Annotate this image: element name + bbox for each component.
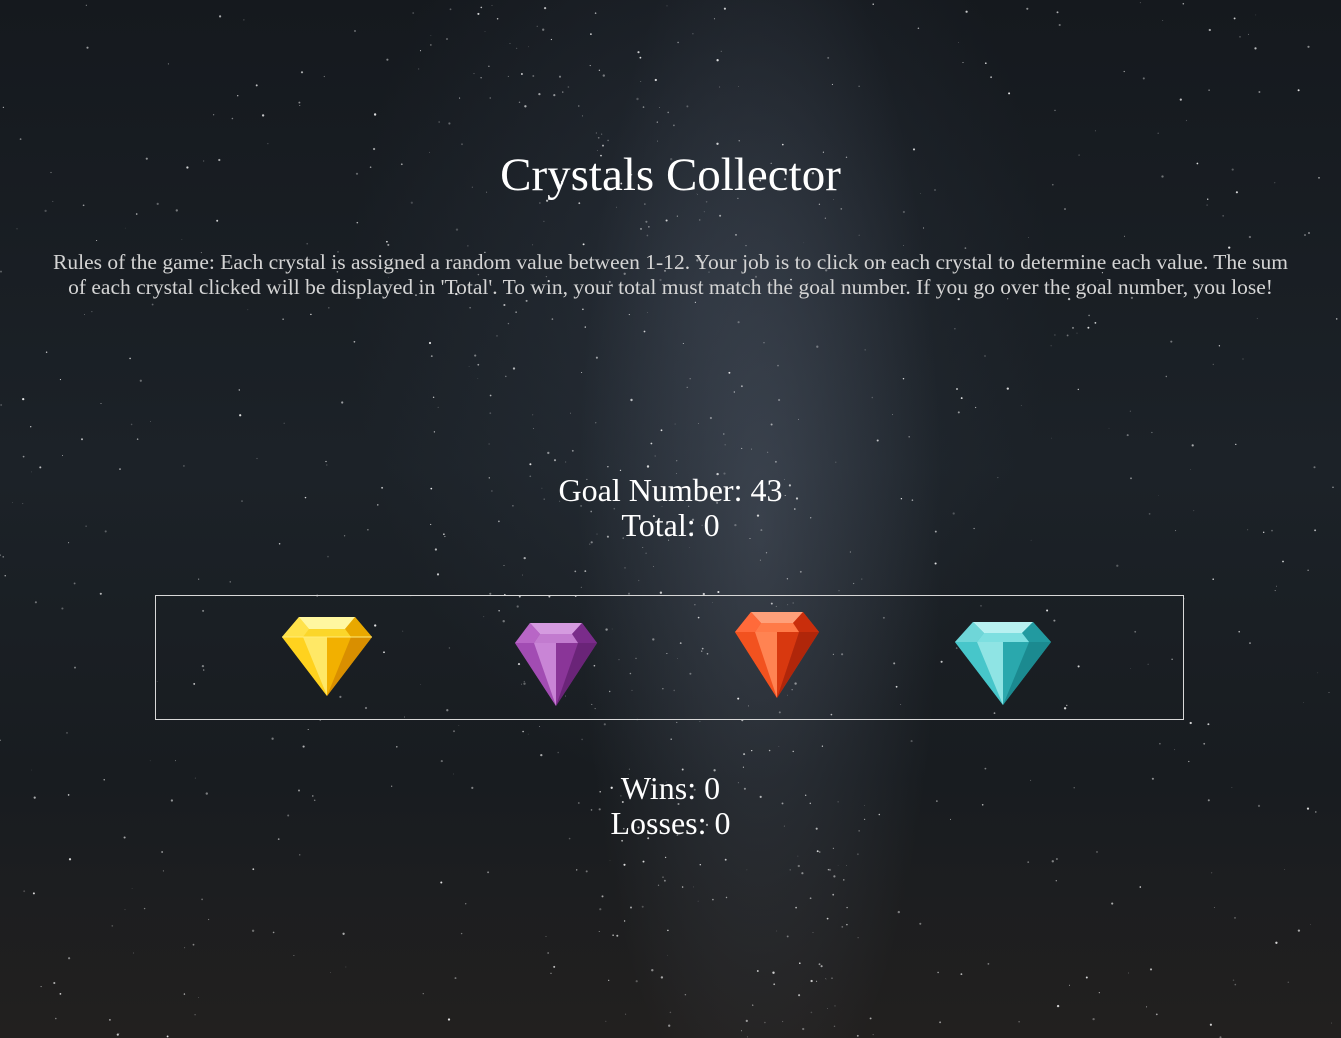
goal-label: Goal Number: [558, 472, 751, 508]
crystal-container [155, 595, 1184, 720]
game-page: Crystals Collector Rules of the game: Ea… [0, 0, 1341, 1038]
teal-crystal-icon[interactable] [954, 620, 1052, 706]
losses-label: Losses: [610, 805, 715, 841]
wins: Wins: 0 [0, 771, 1341, 806]
total-value: 0 [703, 507, 720, 543]
game-rules: Rules of the game: Each crystal is assig… [53, 250, 1288, 299]
red-crystal-icon[interactable] [734, 610, 820, 699]
page-title: Crystals Collector [500, 149, 841, 201]
goal-value: 43 [750, 472, 783, 508]
score-panel: Goal Number: 43 Total: 0 [0, 473, 1341, 543]
total-label: Total: [621, 507, 704, 543]
wins-value: 0 [704, 770, 721, 806]
goal-number: Goal Number: 43 [0, 473, 1341, 508]
wins-label: Wins: [620, 770, 705, 806]
yellow-crystal-icon[interactable] [281, 615, 373, 697]
purple-crystal-icon[interactable] [514, 621, 598, 707]
losses-value: 0 [714, 805, 731, 841]
win-loss-record: Wins: 0 Losses: 0 [0, 771, 1341, 841]
total: Total: 0 [0, 508, 1341, 543]
losses: Losses: 0 [0, 806, 1341, 841]
